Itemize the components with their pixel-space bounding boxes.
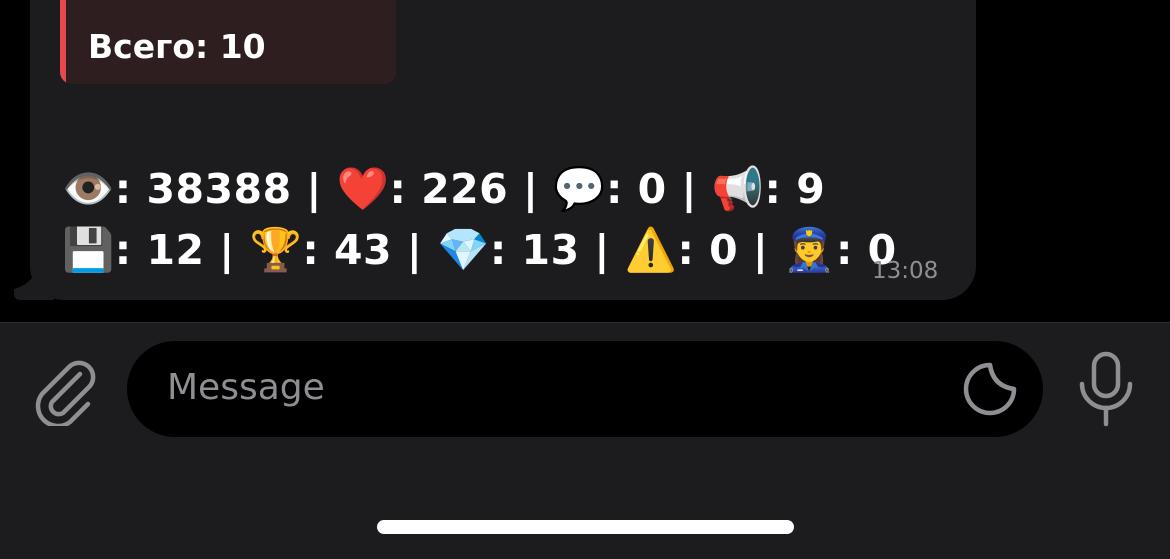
trophy-icon: 🏆 bbox=[249, 225, 303, 274]
gem-count: : 13 | bbox=[489, 226, 625, 274]
paperclip-icon[interactable] bbox=[28, 352, 100, 429]
heart-icon: ❤️ bbox=[336, 164, 390, 213]
eye-icon: 👁️ bbox=[62, 164, 115, 213]
likes-count: : 226 | bbox=[389, 165, 554, 213]
message-placeholder: Message bbox=[167, 367, 325, 408]
loudspeaker-icon: 📢 bbox=[711, 164, 765, 213]
warning-icon: ⚠️ bbox=[624, 225, 678, 274]
quote-text: Всего: 10 bbox=[88, 27, 266, 66]
sticker-icon[interactable] bbox=[958, 357, 1022, 421]
stats-line-2: 💾: 12 | 🏆: 43 | 💎: 13 | ⚠️: 0 | 👮‍♀️: 0 bbox=[62, 229, 897, 271]
speech-bubble-icon: 💬 bbox=[553, 164, 607, 213]
message-input[interactable]: Message bbox=[127, 341, 1043, 437]
saves-count: : 12 | bbox=[114, 226, 250, 274]
quote-block[interactable]: Всего: 10 bbox=[60, 0, 396, 84]
warning-count: : 0 | bbox=[677, 226, 784, 274]
floppy-disk-icon: 💾 bbox=[62, 225, 115, 274]
message-timestamp: 13:08 bbox=[872, 258, 939, 284]
home-indicator[interactable] bbox=[377, 520, 794, 534]
views-count: : 38388 | bbox=[114, 165, 337, 213]
trophy-count: : 43 | bbox=[302, 226, 438, 274]
stats-line-1: 👁️: 38388 | ❤️: 226 | 💬: 0 | 📢: 9 bbox=[62, 168, 825, 210]
police-officer-icon: 👮‍♀️ bbox=[783, 225, 836, 274]
chat-area: Всего: 10 👁️: 38388 | ❤️: 226 | 💬: 0 | 📢… bbox=[0, 0, 1170, 322]
gem-icon: 💎 bbox=[437, 225, 490, 274]
reposts-count: : 9 bbox=[764, 165, 826, 213]
microphone-icon[interactable] bbox=[1074, 350, 1138, 430]
quote-accent-bar bbox=[60, 0, 66, 84]
comments-count: : 0 | bbox=[606, 165, 712, 213]
